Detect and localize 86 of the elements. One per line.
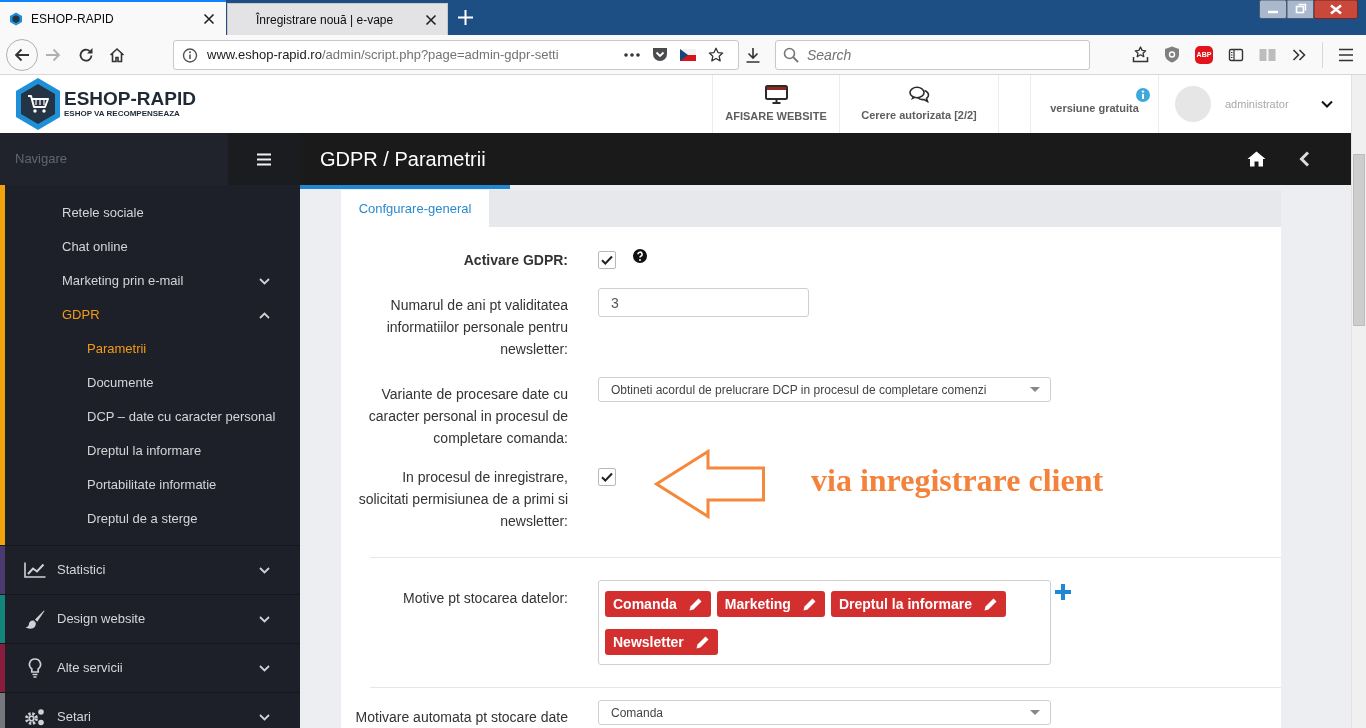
paintbrush-icon [25,609,45,629]
sidebar-subitem[interactable]: Portabilitate informatie [5,468,300,502]
checkmark-icon [601,255,613,265]
shield-icon[interactable] [1164,46,1180,63]
chevron-down-icon[interactable] [1321,100,1333,108]
sidebar-toggle-icon[interactable] [1228,46,1244,63]
minimize-button[interactable] [1259,0,1287,19]
menu-icon[interactable] [1338,47,1354,62]
pencil-icon[interactable] [802,597,816,611]
arrow-left-icon [14,46,30,63]
field-label: Motivare automata pt stocare date [354,708,568,727]
sidebar-title: Navigare [15,150,68,169]
line-chart-icon [24,562,46,578]
monitor-icon [764,85,788,104]
search-icon [783,46,799,63]
star-icon[interactable] [708,46,724,63]
checkmark-icon [601,472,613,482]
sidebar-section[interactable]: Design website [5,595,300,643]
help-icon[interactable] [633,249,647,263]
reason-tag[interactable]: Newsletter [605,629,718,655]
sidebar-subitem[interactable]: Parametrii [5,332,300,366]
flag-icon [680,48,696,61]
close-button[interactable] [1314,0,1358,19]
field-label: In procesul de inregistrare, solicitati permisiunea de a primi si newsletter: [357,468,568,531]
caret-down-icon [1030,387,1040,392]
close-icon[interactable] [203,12,215,25]
download-icon[interactable] [745,46,761,63]
dropdown[interactable]: Obtineti acordul de prelucrare DCP in procesul de completare comenzi [598,377,1051,402]
scrollbar-thumb[interactable] [1353,154,1365,326]
reason-tag[interactable]: Comanda [605,591,711,617]
sidebar-item[interactable]: Marketing prin e-mail [5,264,300,298]
info-icon[interactable] [182,46,198,63]
avatar [1175,86,1211,122]
browser-tab[interactable]: ESHOP-RAPID [0,0,226,35]
home-icon[interactable] [109,46,125,63]
field-label: Variante de procesare date cu caracter personal in procesul de completare comanda: [367,385,568,448]
pencil-icon[interactable] [695,635,709,649]
sidebar-subitem[interactable]: DCP – date cu caracter personal [5,400,300,434]
pencil-icon[interactable] [688,597,702,611]
text-input[interactable]: 3 [598,288,809,317]
checkbox[interactable] [598,251,616,269]
brand-tagline: ESHOP VA RECOMPENSEAZA [64,109,181,119]
sidebar-section[interactable]: Alte servicii [5,644,300,692]
annotation-text: via inregistrare client [811,461,1104,499]
reason-tag[interactable]: Marketing [716,591,825,617]
chevron-left-icon[interactable] [1299,151,1310,167]
hexagon-favicon-icon [9,11,23,26]
reload-icon[interactable] [78,46,94,63]
user-name: administrator [1225,96,1289,112]
menu-icon [256,152,272,166]
more-dots-icon[interactable] [624,52,640,57]
back-button[interactable] [6,38,38,71]
sidebar-section[interactable]: Statistici [5,546,300,594]
pocket-icon[interactable] [652,47,668,62]
checkbox[interactable] [598,468,616,486]
lightbulb-icon [28,658,42,678]
field-label: Activare GDPR: [462,251,568,270]
brand-name: ESHOP-RAPID [64,89,196,109]
menu-toggle[interactable] [228,133,300,185]
maximize-button[interactable] [1287,0,1314,19]
sidebar-subitem[interactable]: Dreptul de a sterge [5,502,300,536]
sidebar-subitem[interactable]: Documente [5,366,300,400]
field-label: Numarul de ani pt validitatea informatiilor personale pentru newsletter: [385,296,568,359]
home-icon[interactable] [1247,151,1266,167]
reason-tag[interactable]: Dreptul la informare [830,591,1006,617]
browser-tab[interactable]: Înregistrare nouă | e-vape [227,3,448,35]
close-icon[interactable] [425,13,437,26]
plus-icon[interactable] [1055,584,1071,600]
sidebar-section[interactable]: Setari [5,693,300,728]
field-label: Motive pt stocarea datelor: [402,589,568,608]
page-title: GDPR / Parametrii [320,147,486,172]
sidebar-item[interactable]: GDPR [5,298,300,332]
dropdown[interactable]: Comanda [598,700,1051,725]
library-icon[interactable] [1132,46,1149,63]
pencil-icon[interactable] [983,597,997,611]
sidebar-item[interactable]: Chat online [5,230,300,264]
version-label: versiune gratuita [1050,100,1139,116]
tags-field[interactable]: Comanda Marketing Dreptul la informare Newsletter [598,580,1051,665]
sidebar-item[interactable]: Retele sociale [5,196,300,230]
tab[interactable]: Confgurare-general [341,190,489,227]
search-field[interactable]: Search [775,39,1090,70]
caret-down-icon [1030,710,1040,715]
sidebar-subitem[interactable]: Dreptul la informare [5,434,300,468]
chat-bubbles-icon [908,86,930,103]
chevron-up-icon[interactable] [259,311,270,319]
address-bar[interactable]: www.eshop-rapid.ro/admin/script.php?page=admin-gdpr-setti [173,39,739,70]
